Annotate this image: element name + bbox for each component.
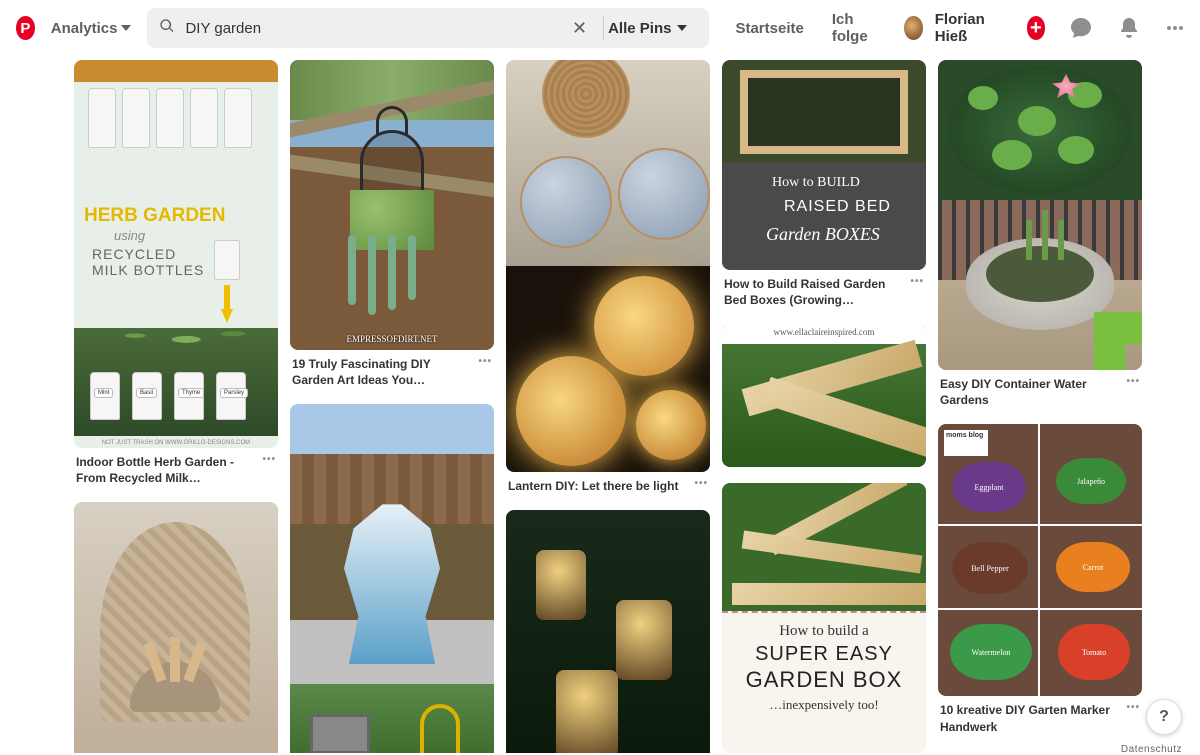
pin-more-icon[interactable]: •••: [910, 276, 924, 287]
overlay-text: using: [114, 228, 145, 243]
pin-more-icon[interactable]: •••: [1126, 376, 1140, 387]
pin-meta: Indoor Bottle Herb Garden - From Recycle…: [74, 454, 278, 486]
pin-more-icon[interactable]: •••: [262, 454, 276, 465]
pin-feed: HERB GARDEN using RECYCLED MILK BOTTLES …: [0, 56, 1200, 753]
overlay-text: NOT JUST TRASH ON WWW.GRILLO-DESIGNS.COM: [74, 440, 278, 446]
overlay-text: Garden BOXES: [766, 224, 880, 245]
pin-title[interactable]: How to Build Raised Garden Bed Boxes (Gr…: [724, 276, 904, 308]
feed-column: Lantern DIY: Let there be light •••: [506, 60, 710, 753]
pin-card: HERB GARDEN using RECYCLED MILK BOTTLES …: [74, 60, 278, 486]
analytics-label: Analytics: [51, 20, 118, 37]
avatar[interactable]: [904, 16, 923, 40]
feed-column: EMPRESSOFDIRT.NET 19 Truly Fascinating D…: [290, 60, 494, 753]
pin-title[interactable]: 19 Truly Fascinating DIY Garden Art Idea…: [292, 356, 472, 388]
notifications-icon[interactable]: [1117, 16, 1141, 40]
watermark: www.ellaclaireinspired.com: [722, 327, 926, 337]
overlay-text: SUPER EASY: [722, 643, 926, 666]
pin-image[interactable]: www.ellaclaireinspired.com: [722, 324, 926, 467]
pin-more-icon[interactable]: •••: [694, 478, 708, 489]
feed-column: HERB GARDEN using RECYCLED MILK BOTTLES …: [74, 60, 278, 753]
add-pin-button[interactable]: +: [1027, 16, 1046, 40]
pin-meta: How to Build Raised Garden Bed Boxes (Gr…: [722, 276, 926, 308]
feed-column: Easy DIY Container Water Gardens ••• mom…: [938, 60, 1142, 751]
overlay-text: RAISED BED: [784, 198, 891, 216]
pin-title[interactable]: Indoor Bottle Herb Garden - From Recycle…: [76, 454, 256, 486]
pinterest-logo-icon[interactable]: P: [16, 16, 35, 40]
pin-card: How to BUILD RAISED BED Garden BOXES How…: [722, 60, 926, 308]
pin-more-icon[interactable]: •••: [478, 356, 492, 367]
watermark: EMPRESSOFDIRT.NET: [290, 334, 494, 344]
analytics-menu[interactable]: Analytics: [43, 20, 140, 37]
overlay-text: Tomato: [1058, 624, 1130, 680]
pin-title[interactable]: 10 kreative DIY Garten Marker Handwerk: [940, 702, 1120, 734]
overlay-text: RECYCLED: [92, 246, 176, 262]
pin-meta: Easy DIY Container Water Gardens •••: [938, 376, 1142, 408]
pin-image[interactable]: EMPRESSOFDIRT.NET: [290, 60, 494, 350]
feed-column: How to BUILD RAISED BED Garden BOXES How…: [722, 60, 926, 753]
user-name[interactable]: Florian Hieß: [935, 11, 1003, 45]
pin-image[interactable]: HERB GARDEN using RECYCLED MILK BOTTLES …: [74, 60, 278, 448]
pin-image[interactable]: [74, 502, 278, 753]
search-filter-dropdown[interactable]: Alle Pins: [603, 16, 697, 40]
pin-image[interactable]: [506, 60, 710, 472]
overlay-text: Carrot: [1056, 542, 1130, 592]
pin-meta: 19 Truly Fascinating DIY Garden Art Idea…: [290, 356, 494, 388]
pin-image[interactable]: [506, 510, 710, 753]
privacy-link[interactable]: Datenschutz: [1121, 744, 1182, 755]
pin-meta: 10 kreative DIY Garten Marker Handwerk •…: [938, 702, 1142, 734]
pin-more-icon[interactable]: •••: [1126, 702, 1140, 713]
pin-card: How to build a SUPER EASY GARDEN BOX …in…: [722, 483, 926, 753]
pin-image[interactable]: moms blog Eggplant Jalapeño Bell Pepper …: [938, 424, 1142, 696]
overlay-text: Bell Pepper: [952, 542, 1028, 594]
overlay-text: How to build a: [722, 623, 926, 640]
overlay-text: …inexpensively too!: [722, 697, 926, 713]
overlay-text: MILK BOTTLES: [92, 262, 204, 278]
pin-title[interactable]: Lantern DIY: Let there be light: [508, 478, 678, 494]
search-input[interactable]: [185, 20, 556, 37]
help-button[interactable]: ?: [1146, 699, 1182, 735]
chevron-down-icon: [677, 25, 687, 31]
overlay-text: Eggplant: [952, 462, 1026, 512]
pin-image[interactable]: [290, 404, 494, 753]
pin-image[interactable]: [938, 60, 1142, 370]
clear-search-button[interactable]: ✕: [566, 18, 593, 39]
header: P Analytics ✕ Alle Pins Startseite Ich f…: [0, 0, 1200, 56]
pin-image[interactable]: How to build a SUPER EASY GARDEN BOX …in…: [722, 483, 926, 753]
search-icon: [159, 18, 175, 39]
pin-card: Easy DIY Container Water Gardens •••: [938, 60, 1142, 408]
pin-card: Lantern DIY: Let there be light •••: [506, 60, 710, 494]
overlay-text: How to BUILD: [772, 175, 860, 191]
nav-home[interactable]: Startseite: [725, 20, 813, 37]
overflow-menu-icon[interactable]: [1165, 16, 1184, 40]
pin-card: moms blog Eggplant Jalapeño Bell Pepper …: [938, 424, 1142, 734]
overlay-text: HERB GARDEN: [84, 205, 225, 227]
pin-meta: Lantern DIY: Let there be light •••: [506, 478, 710, 494]
pin-card: EMPRESSOFDIRT.NET 19 Truly Fascinating D…: [290, 60, 494, 388]
pin-image[interactable]: How to BUILD RAISED BED Garden BOXES: [722, 60, 926, 270]
overlay-text: GARDEN BOX: [722, 667, 926, 693]
pin-card: [290, 404, 494, 753]
overlay-text: Watermelon: [950, 624, 1032, 680]
nav-following[interactable]: Ich folge: [822, 11, 890, 45]
pin-card: www.ellaclaireinspired.com: [722, 324, 926, 467]
chevron-down-icon: [121, 25, 131, 31]
pin-card: [74, 502, 278, 753]
pin-card: [506, 510, 710, 753]
overlay-text: moms blog: [944, 430, 988, 456]
search-bar: ✕ Alle Pins: [147, 8, 709, 48]
filter-label: Alle Pins: [608, 20, 671, 37]
overlay-text: Jalapeño: [1056, 458, 1126, 504]
messages-icon[interactable]: [1069, 16, 1093, 40]
pin-title[interactable]: Easy DIY Container Water Gardens: [940, 376, 1120, 408]
